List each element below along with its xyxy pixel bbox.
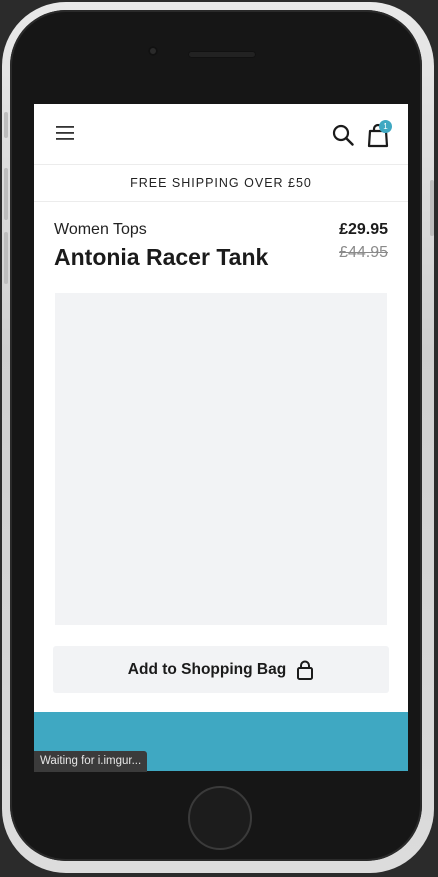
add-to-bag-button[interactable]: Add to Shopping Bag bbox=[53, 646, 389, 693]
front-camera bbox=[148, 46, 158, 56]
product-image-placeholder[interactable] bbox=[55, 293, 387, 625]
volume-down-button bbox=[4, 232, 8, 284]
cart-count-badge: 1 bbox=[379, 120, 392, 133]
home-button[interactable] bbox=[188, 786, 252, 850]
current-price: £29.95 bbox=[339, 221, 388, 238]
site-header: 1 bbox=[34, 104, 408, 164]
earpiece-speaker bbox=[188, 51, 256, 58]
product-title: Antonia Racer Tank bbox=[54, 244, 269, 270]
screen: 1 FREE SHIPPING OVER £50 Women Tops Anto… bbox=[34, 104, 408, 771]
product-category: Women Tops bbox=[54, 221, 147, 238]
phone-frame: 1 FREE SHIPPING OVER £50 Women Tops Anto… bbox=[0, 0, 438, 877]
search-icon[interactable] bbox=[332, 124, 354, 146]
power-button bbox=[430, 180, 434, 236]
original-price: £44.95 bbox=[339, 244, 388, 261]
volume-up-button bbox=[4, 168, 8, 220]
free-shipping-banner: FREE SHIPPING OVER £50 bbox=[34, 164, 408, 202]
loading-status-bar: Waiting for i.imgur... bbox=[34, 751, 148, 772]
padlock-icon bbox=[296, 660, 314, 680]
add-to-bag-label: Add to Shopping Bag bbox=[127, 660, 287, 678]
mute-switch bbox=[4, 112, 8, 138]
hamburger-menu-icon[interactable] bbox=[56, 126, 74, 140]
